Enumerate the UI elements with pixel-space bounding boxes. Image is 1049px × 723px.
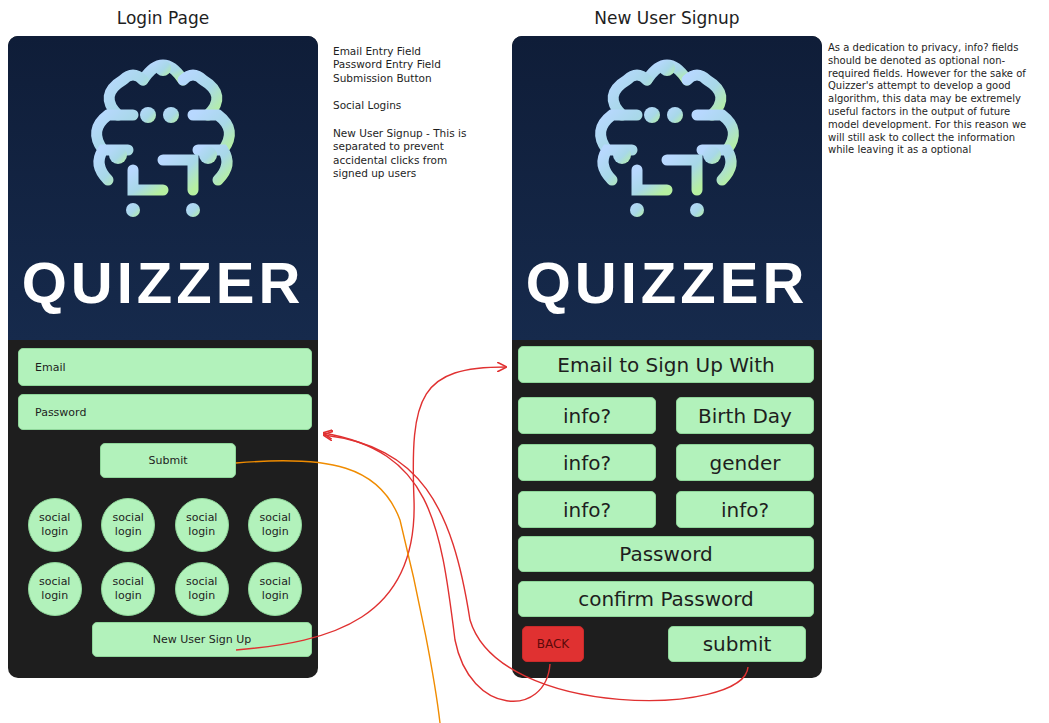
connector-layer xyxy=(0,0,1049,723)
note-group: New User Signup - This is separated to p… xyxy=(333,127,483,181)
social-login-button[interactable]: social login xyxy=(101,562,155,616)
social-login-button[interactable]: social login xyxy=(248,498,302,552)
connector-arrow xyxy=(236,367,506,650)
submit-button[interactable]: submit xyxy=(668,626,806,662)
note-group: Social Logins xyxy=(333,99,483,112)
logo-area: QUIZZER xyxy=(512,36,822,340)
new-user-signup-button[interactable]: New User Sign Up xyxy=(92,622,312,657)
social-login-grid: social login social login social login soci… xyxy=(18,498,312,616)
login-screen: QUIZZEREmailPasswordSubmitsocial loginso… xyxy=(8,36,318,678)
logo-tree-icon xyxy=(577,40,757,240)
text-field[interactable]: Password xyxy=(18,394,312,430)
info-field[interactable]: info? xyxy=(518,444,656,481)
info-field[interactable]: info? xyxy=(676,491,814,528)
social-login-button[interactable]: social login xyxy=(28,498,82,552)
note-line: Submission Button xyxy=(333,72,483,85)
login-form: EmailPasswordSubmitsocial loginsocial lo… xyxy=(8,340,318,678)
connector-arrow xyxy=(236,461,440,723)
social-login-button[interactable]: social login xyxy=(175,498,229,552)
note-group: Email Entry FieldPassword Entry FieldSub… xyxy=(333,45,483,85)
info-field[interactable]: Birth Day xyxy=(676,397,814,434)
back-button[interactable]: BACK xyxy=(522,626,584,662)
logo-tree-icon xyxy=(73,40,253,240)
social-login-button[interactable]: social login xyxy=(28,562,82,616)
info-grid: info? Birth Day info? gender info? info? xyxy=(518,397,814,528)
signup-note: As a dedication to privacy, info? fields… xyxy=(828,42,1043,157)
social-login-button[interactable]: social login xyxy=(248,562,302,616)
note-line: Social Logins xyxy=(333,99,483,112)
note-line: Email Entry Field xyxy=(333,45,483,58)
social-login-button[interactable]: social login xyxy=(101,498,155,552)
login-column: Login Page QUIZZER Email Password Submit soci… xyxy=(8,0,318,678)
connector-arrow xyxy=(324,435,748,701)
note-line: Password Entry Field xyxy=(333,58,483,71)
note-line: New User Signup - This is separated to p… xyxy=(333,127,483,181)
confirm-password-field[interactable]: confirm Password xyxy=(518,581,814,617)
signup-column: New User Signup QUIZZER Email to Sign Up W… xyxy=(512,0,822,678)
signup-footer: BACK submit xyxy=(518,626,814,662)
brand-name: QUIZZER xyxy=(22,254,305,312)
signup-screen: QUIZZER Email to Sign Up With info? Birth D… xyxy=(512,36,822,678)
text-field[interactable]: Email xyxy=(18,348,312,386)
info-field[interactable]: info? xyxy=(518,491,656,528)
submit-button[interactable]: Submit xyxy=(100,443,236,478)
login-notes: Email Entry FieldPassword Entry FieldSub… xyxy=(333,45,483,195)
logo-area: QUIZZER xyxy=(8,36,318,340)
social-login-button[interactable]: social login xyxy=(175,562,229,616)
wireframe-canvas: Login Page QUIZZER Email Password Submit soci… xyxy=(0,0,1049,723)
brand-name: QUIZZER xyxy=(526,254,809,312)
connector-arrow xyxy=(324,433,550,701)
signup-form: Email to Sign Up Withinfo?Birth Dayinfo?… xyxy=(512,340,822,678)
signup-email-field[interactable]: Email to Sign Up With xyxy=(518,346,814,383)
info-field[interactable]: gender xyxy=(676,444,814,481)
signup-page-title: New User Signup xyxy=(512,0,822,36)
login-page-title: Login Page xyxy=(8,0,318,36)
info-field[interactable]: info? xyxy=(518,397,656,434)
password-field[interactable]: Password xyxy=(518,536,814,572)
